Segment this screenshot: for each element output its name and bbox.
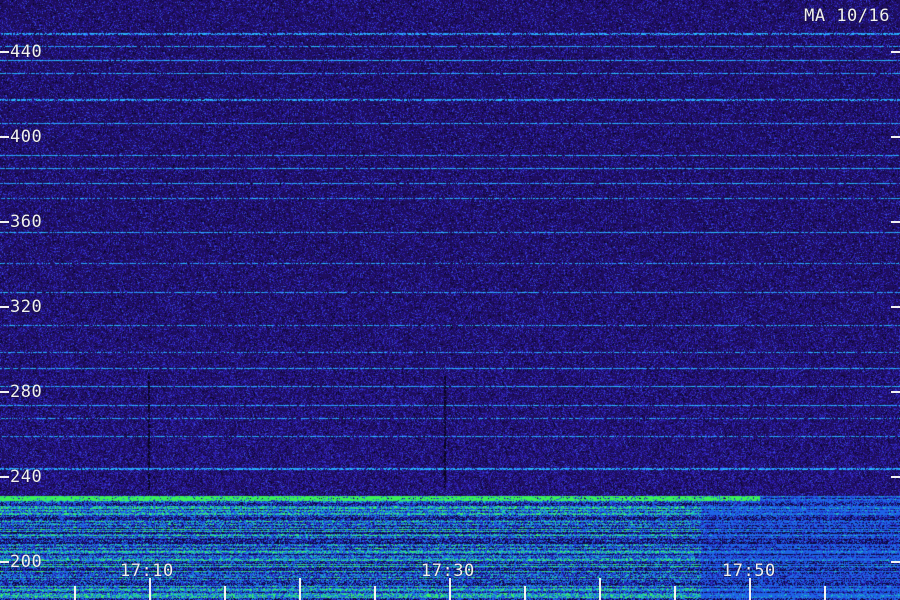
x-tick (74, 586, 76, 600)
y-tick-left (0, 561, 9, 563)
y-tick-label-360: 360 (10, 212, 43, 232)
y-tick-left (0, 476, 9, 478)
y-tick-label-200: 200 (10, 552, 43, 572)
x-tick (824, 586, 826, 600)
y-tick-left (0, 306, 9, 308)
y-tick-left (0, 391, 9, 393)
x-tick-label-1730: 17:30 (421, 561, 475, 581)
y-tick-right (891, 391, 900, 393)
station-date-label: MA 10/16 (804, 6, 890, 26)
y-tick-right (891, 221, 900, 223)
y-tick-left (0, 221, 9, 223)
y-tick-right (891, 561, 900, 563)
x-tick-major (749, 578, 751, 600)
y-tick-right (891, 476, 900, 478)
y-tick-label-320: 320 (10, 297, 43, 317)
y-tick-left (0, 136, 9, 138)
x-tick-major (299, 578, 301, 600)
y-tick-left (0, 51, 9, 53)
x-tick-major (149, 578, 151, 600)
y-tick-right (891, 136, 900, 138)
spectrogram-view: MA 10/16 440 400 360 320 280 240 200 17:… (0, 0, 900, 600)
axis-overlay: MA 10/16 440 400 360 320 280 240 200 17:… (0, 0, 900, 600)
x-tick (524, 586, 526, 600)
y-tick-label-240: 240 (10, 467, 43, 487)
y-tick-label-400: 400 (10, 127, 43, 147)
x-tick-major (599, 578, 601, 600)
y-tick-label-440: 440 (10, 42, 43, 62)
x-tick (224, 586, 226, 600)
y-tick-label-280: 280 (10, 382, 43, 402)
y-tick-right (891, 51, 900, 53)
x-tick (674, 586, 676, 600)
x-tick-label-1710: 17:10 (120, 561, 174, 581)
x-tick (374, 586, 376, 600)
y-tick-right (891, 306, 900, 308)
x-tick-major (449, 578, 451, 600)
